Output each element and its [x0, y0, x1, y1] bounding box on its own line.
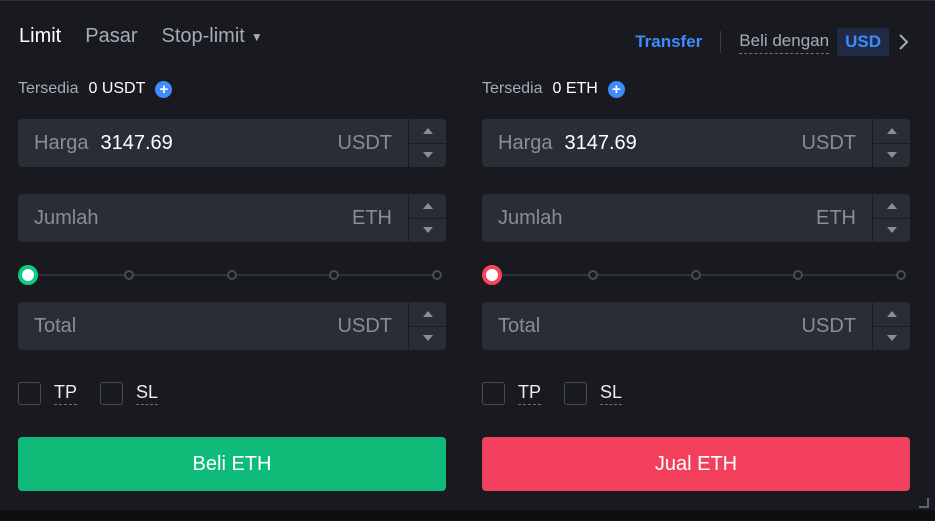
triangle-up-icon[interactable] — [873, 119, 910, 144]
triangle-up-icon[interactable] — [873, 302, 910, 327]
slider-mark-75[interactable] — [329, 270, 339, 280]
triangle-down-icon[interactable] — [873, 144, 910, 168]
triangle-down-icon[interactable] — [409, 327, 446, 351]
slider-mark-50[interactable] — [227, 270, 237, 280]
sell-eth-button[interactable]: Jual ETH — [482, 437, 910, 491]
tp-checkbox[interactable] — [18, 382, 41, 405]
sl-checkbox[interactable] — [564, 382, 588, 405]
triangle-up-icon[interactable] — [409, 302, 446, 327]
triangle-down-icon[interactable] — [873, 327, 910, 351]
tp-checkbox[interactable] — [482, 382, 505, 405]
amount-label: Jumlah — [498, 206, 563, 229]
plus-circle-icon[interactable]: + — [155, 80, 173, 98]
buy-tp-sl: TP SL — [18, 382, 181, 405]
triangle-up-icon[interactable] — [409, 194, 446, 219]
panel-bottom-edge — [0, 510, 935, 520]
price-unit: USDT — [801, 131, 856, 154]
slider-mark-25[interactable] — [124, 270, 134, 280]
buy-eth-button[interactable]: Beli ETH — [18, 437, 446, 491]
sell-total-input[interactable] — [552, 314, 733, 338]
buy-percent-slider[interactable] — [18, 263, 446, 287]
amount-stepper — [408, 194, 446, 242]
spot-trade-panel: Limit Pasar Stop-limit ▼ Transfer Beli d… — [0, 0, 935, 520]
available-balance: 0 USDT — [88, 80, 146, 97]
triangle-down-icon[interactable] — [409, 219, 446, 243]
price-unit: USDT — [337, 131, 392, 154]
sell-tp-sl: TP SL — [482, 382, 645, 405]
slider-mark-75[interactable] — [793, 270, 803, 280]
buy-total-field[interactable]: Total USDT — [18, 302, 446, 350]
sell-amount-input[interactable] — [574, 206, 755, 230]
slider-mark-100[interactable] — [432, 270, 442, 280]
slider-handle[interactable] — [18, 265, 38, 285]
available-label: Tersedia — [18, 80, 79, 97]
slider-mark-50[interactable] — [691, 270, 701, 280]
total-stepper — [408, 302, 446, 350]
amount-unit: ETH — [816, 206, 856, 229]
slider-mark-100[interactable] — [896, 270, 906, 280]
available-label: Tersedia — [482, 80, 543, 97]
price-stepper — [408, 119, 446, 167]
price-label: Harga — [498, 131, 553, 154]
sl-checkbox[interactable] — [100, 382, 124, 405]
price-stepper — [872, 119, 910, 167]
sl-label[interactable]: SL — [600, 382, 623, 405]
slider-mark-25[interactable] — [588, 270, 598, 280]
total-stepper — [872, 302, 910, 350]
sell-price-field[interactable]: Harga USDT — [482, 119, 910, 167]
sell-total-field[interactable]: Total USDT — [482, 302, 910, 350]
buy-price-field[interactable]: Harga USDT — [18, 119, 446, 167]
triangle-down-icon[interactable] — [873, 219, 910, 243]
sell-amount-field[interactable]: Jumlah ETH — [482, 194, 910, 242]
tp-label[interactable]: TP — [518, 382, 542, 405]
resize-grip-icon[interactable] — [919, 498, 929, 508]
price-label: Harga — [34, 131, 89, 154]
slider-handle[interactable] — [482, 265, 502, 285]
total-unit: USDT — [337, 314, 392, 337]
total-unit: USDT — [801, 314, 856, 337]
amount-unit: ETH — [352, 206, 392, 229]
buy-panel: Tersedia 0 USDT + Harga USDT Jumlah ETH — [18, 1, 446, 521]
sell-percent-slider[interactable] — [482, 263, 910, 287]
sl-label[interactable]: SL — [136, 382, 159, 405]
total-label: Total — [34, 314, 77, 337]
tp-label[interactable]: TP — [54, 382, 78, 405]
plus-circle-icon[interactable]: + — [607, 80, 625, 98]
buy-amount-field[interactable]: Jumlah ETH — [18, 194, 446, 242]
buy-price-input[interactable] — [100, 131, 281, 155]
buy-available: Tersedia 0 USDT + — [18, 80, 173, 98]
buy-total-input[interactable] — [88, 314, 269, 338]
sell-available: Tersedia 0 ETH + — [482, 80, 625, 98]
amount-stepper — [872, 194, 910, 242]
triangle-up-icon[interactable] — [409, 119, 446, 144]
triangle-up-icon[interactable] — [873, 194, 910, 219]
amount-label: Jumlah — [34, 206, 99, 229]
sell-price-input[interactable] — [564, 131, 745, 155]
available-balance: 0 ETH — [552, 80, 598, 97]
total-label: Total — [498, 314, 541, 337]
triangle-down-icon[interactable] — [409, 144, 446, 168]
buy-amount-input[interactable] — [110, 206, 291, 230]
sell-panel: Tersedia 0 ETH + Harga USDT Jumlah ETH — [482, 1, 910, 521]
